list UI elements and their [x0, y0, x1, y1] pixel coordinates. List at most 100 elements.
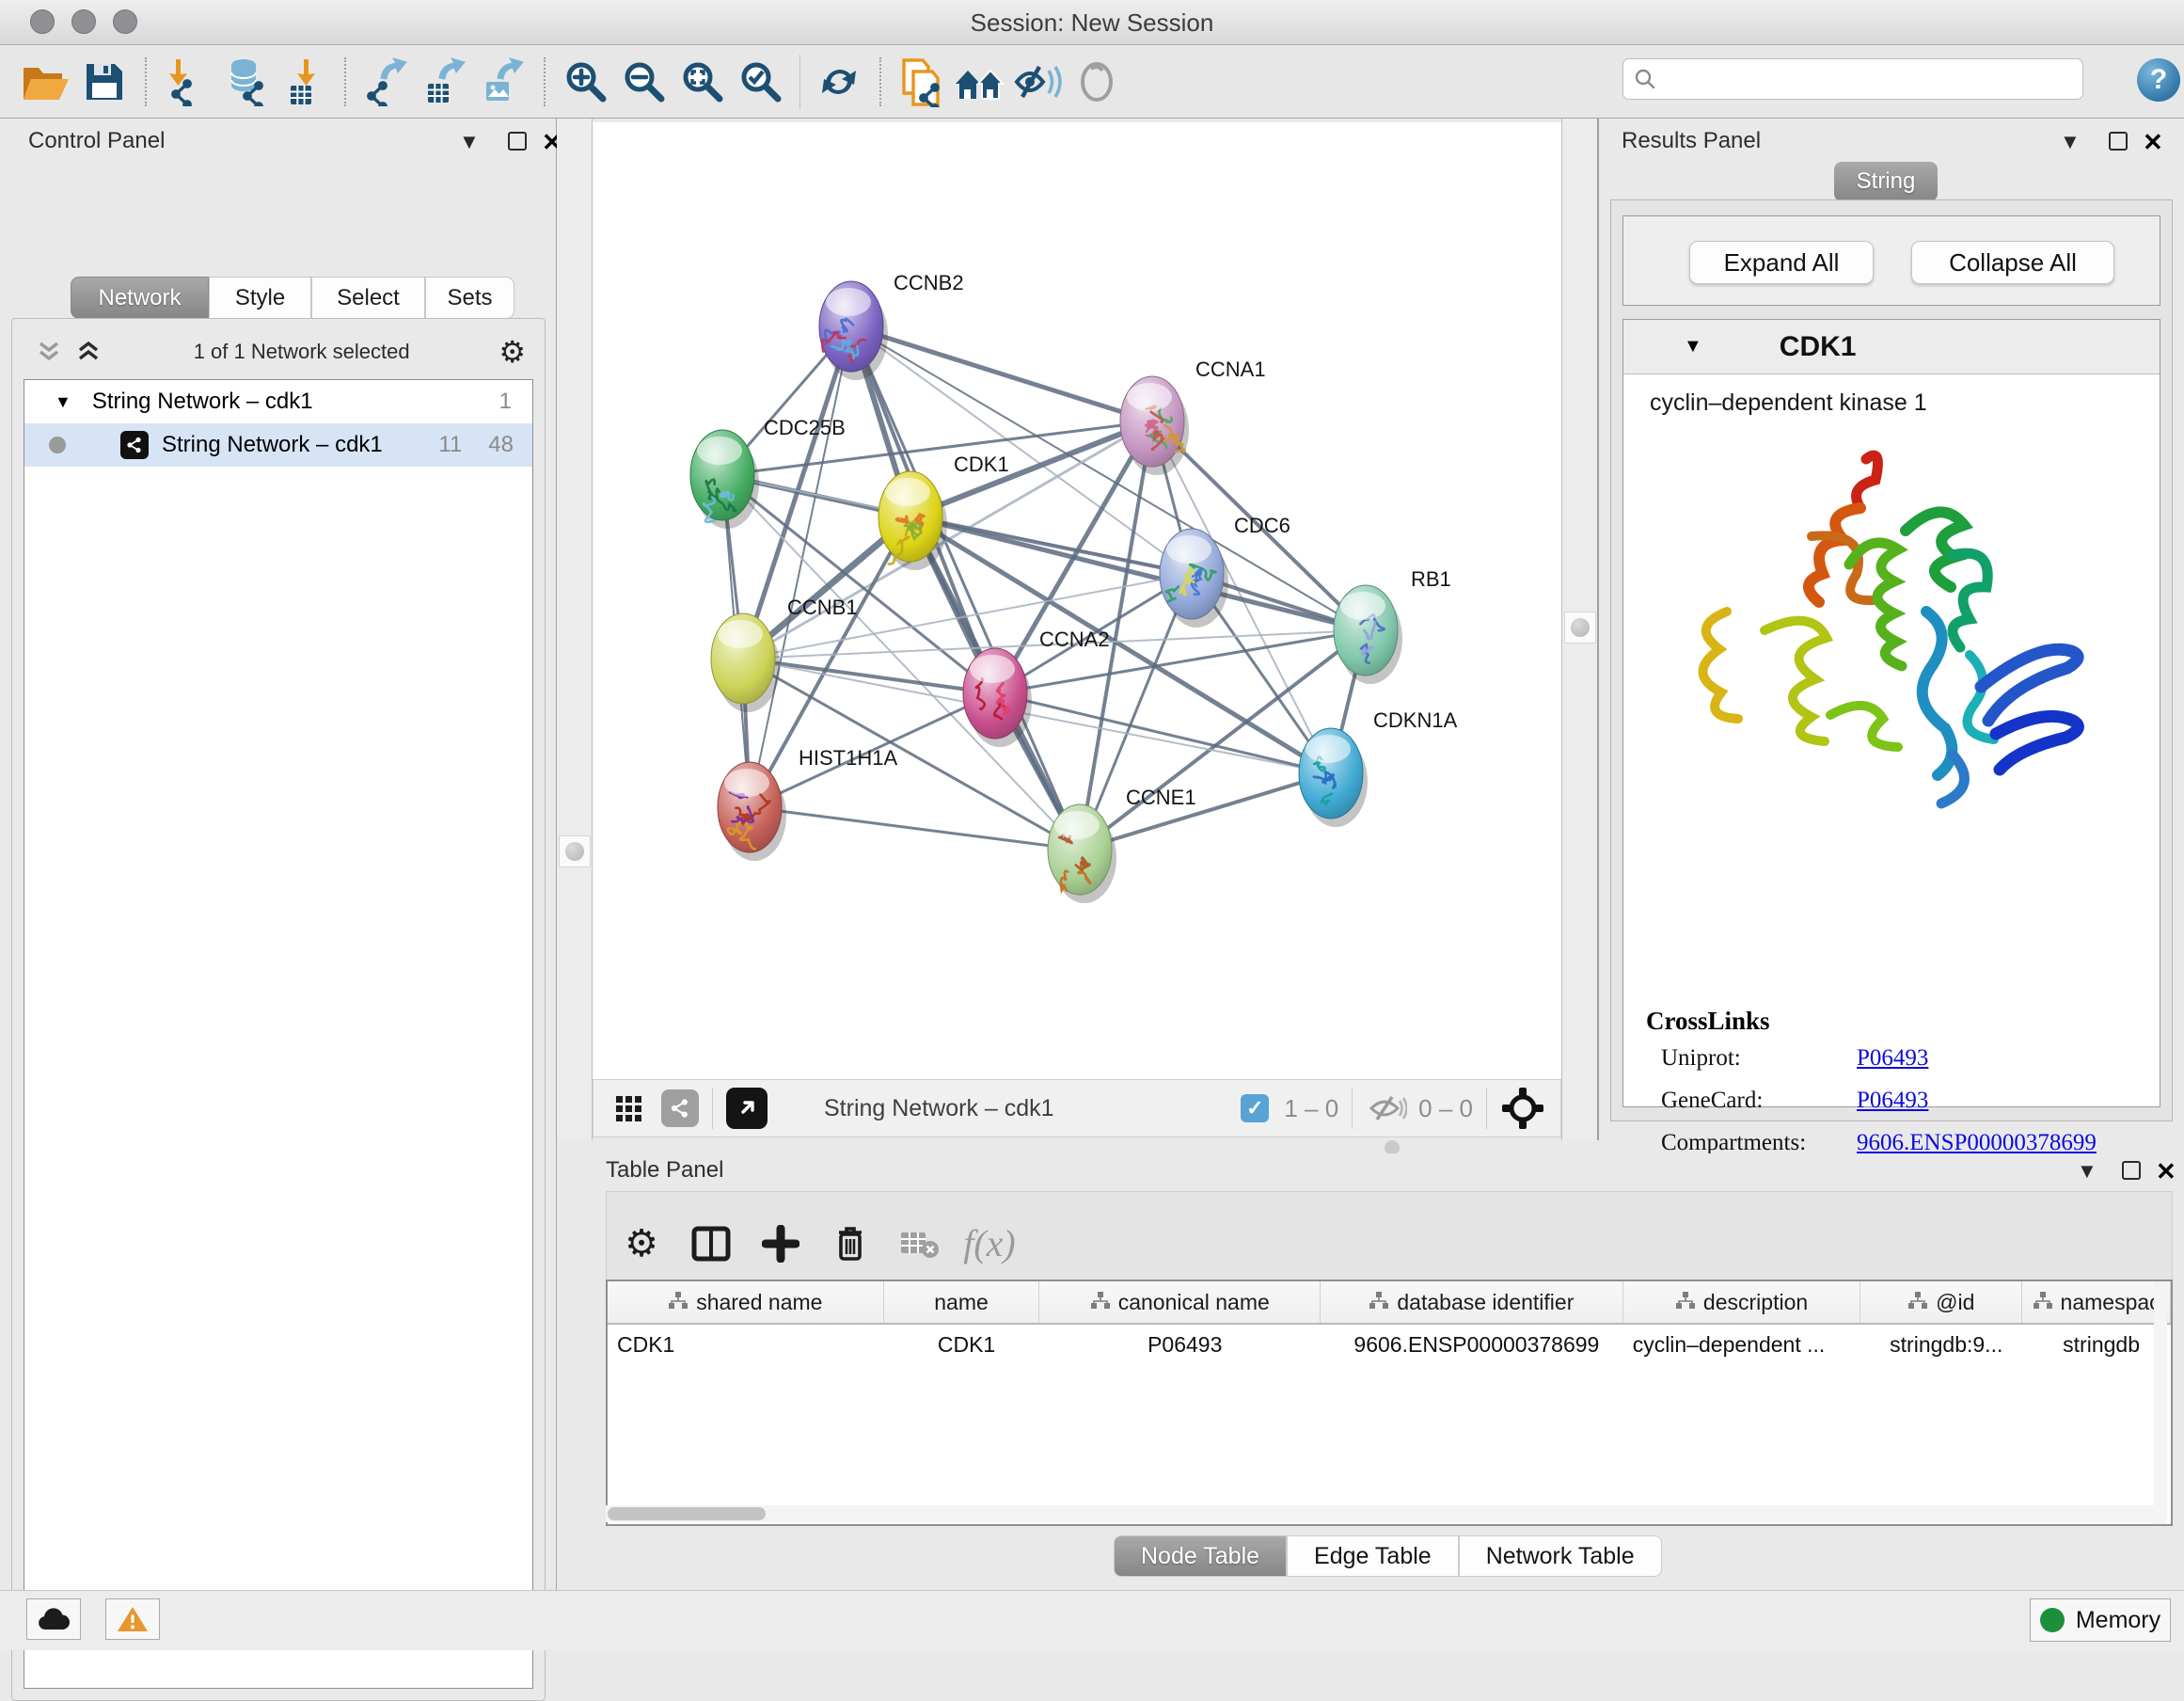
table-panel-menu-icon[interactable]: ▼ [2077, 1159, 2097, 1184]
node-RB1[interactable]: RB1 [1334, 567, 1451, 684]
search-input[interactable] [1657, 67, 2062, 91]
hide-panel-icon[interactable] [1009, 54, 1068, 110]
copy-style-icon[interactable] [893, 54, 951, 110]
zoom-fit-icon[interactable] [673, 54, 732, 110]
crosslink-label: Uniprot: [1661, 1045, 1857, 1088]
collapse-all-button[interactable]: Collapse All [1911, 241, 2114, 284]
node-HIST1H1A[interactable]: HIST1H1A [718, 746, 897, 861]
column-header--id[interactable]: @id [1860, 1281, 2022, 1323]
export-table-icon[interactable] [416, 54, 474, 110]
network-label: String Network – cdk1 [162, 432, 383, 458]
column-header-name[interactable]: name [884, 1281, 1040, 1323]
zoom-out-icon[interactable] [615, 54, 673, 110]
open-in-window-icon[interactable] [726, 1088, 768, 1129]
import-network-database-icon[interactable] [216, 54, 275, 110]
control-panel-menu-icon[interactable]: ▼ [459, 130, 480, 154]
memory-button[interactable]: Memory [2030, 1598, 2171, 1642]
edge-CCNB2-CCNA1[interactable] [851, 326, 1152, 421]
collapse-all-icon[interactable] [33, 338, 65, 366]
table-cell[interactable]: CDK1 [608, 1332, 884, 1358]
table-cell[interactable]: CDK1 [884, 1332, 1040, 1358]
results-panel-menu-icon[interactable]: ▼ [2060, 130, 2081, 154]
tab-sets[interactable]: Sets [425, 277, 514, 319]
network-collection-row[interactable]: ▼ String Network – cdk1 1 [24, 380, 532, 423]
crosslink-link[interactable]: P06493 [1857, 1045, 1928, 1088]
section-title: CDK1 [1780, 331, 1857, 363]
birds-eye-icon[interactable] [1500, 1086, 1545, 1131]
table-cell[interactable]: 9606.ENSP00000378699 [1321, 1332, 1623, 1358]
tab-style[interactable]: Style [209, 277, 311, 319]
network-options-gear-icon[interactable]: ⚙ [499, 334, 526, 370]
expand-all-icon[interactable] [72, 338, 104, 366]
column-type-icon [2033, 1290, 2053, 1315]
section-collapse-icon[interactable]: ▼ [1684, 336, 1702, 358]
results-section-header[interactable]: ▼ CDK1 [1623, 320, 2160, 374]
help-button[interactable]: ? [2137, 58, 2180, 102]
show-panel-icon[interactable] [1068, 54, 1126, 110]
table-cell[interactable]: cyclin–dependent ... [1623, 1332, 1861, 1358]
home-layout-icon[interactable] [951, 54, 1009, 110]
grid-view-icon[interactable] [610, 1089, 648, 1127]
import-network-file-icon[interactable] [158, 54, 216, 110]
table-row[interactable]: CDK1CDK1P064939606.ENSP00000378699cyclin… [608, 1325, 2171, 1364]
export-image-icon[interactable] [474, 54, 532, 110]
node-CDKN1A[interactable]: CDKN1A [1299, 708, 1458, 827]
delete-column-trash-icon[interactable] [815, 1211, 885, 1277]
node-CCNE1[interactable]: CCNE1 [1048, 786, 1196, 903]
zoom-selected-icon[interactable] [732, 54, 790, 110]
node-CCNA1[interactable]: CCNA1 [1120, 358, 1266, 475]
tab-network[interactable]: Network [71, 277, 209, 319]
expand-all-button[interactable]: Expand All [1689, 241, 1874, 284]
crosslink-link[interactable]: P06493 [1857, 1088, 1928, 1130]
table-panel-float-icon[interactable] [2122, 1161, 2141, 1184]
edge-CCNB2-CCNE1[interactable] [851, 326, 1080, 850]
show-columns-icon[interactable] [676, 1211, 746, 1277]
column-header-description[interactable]: description [1623, 1281, 1861, 1323]
right-splitter[interactable] [1561, 119, 1599, 1140]
results-panel-close-icon[interactable]: ✕ [2143, 128, 2163, 157]
create-column-icon[interactable] [746, 1211, 815, 1277]
toolbar-separator [879, 57, 881, 106]
column-header-canonical-name[interactable]: canonical name [1039, 1281, 1321, 1323]
save-session-icon[interactable] [75, 54, 134, 110]
control-panel-float-icon[interactable] [508, 132, 527, 155]
tab-string[interactable]: String [1834, 162, 1938, 201]
table-options-gear-icon[interactable]: ⚙ [607, 1211, 676, 1277]
table-cell[interactable]: stringdb:9... [1860, 1332, 2022, 1358]
refresh-icon[interactable] [810, 54, 868, 110]
cloud-button[interactable] [26, 1598, 81, 1640]
left-splitter-grip[interactable] [559, 835, 591, 867]
edge-HIST1H1A-CCNE1[interactable] [750, 807, 1080, 850]
table-vertical-scrollbar[interactable] [2154, 1281, 2167, 1524]
node-CCNB2[interactable]: CCNB2 [819, 271, 964, 380]
node-label-CDKN1A: CDKN1A [1373, 708, 1458, 732]
column-header-shared-name[interactable]: shared name [608, 1281, 884, 1323]
protein-structure-image [1670, 433, 2113, 819]
column-header-database-identifier[interactable]: database identifier [1321, 1281, 1623, 1323]
table-cell[interactable]: stringdb [2022, 1332, 2171, 1358]
open-session-icon[interactable] [17, 54, 75, 110]
export-network-icon[interactable] [357, 54, 416, 110]
table-cell[interactable]: P06493 [1039, 1332, 1321, 1358]
tab-network-table[interactable]: Network Table [1459, 1535, 1662, 1577]
selected-checkbox[interactable]: ✓ [1241, 1094, 1269, 1122]
network-row[interactable]: String Network – cdk1 11 48 [24, 423, 532, 467]
tab-select[interactable]: Select [311, 277, 425, 319]
string-view-icon[interactable] [661, 1089, 699, 1127]
tab-edge-table[interactable]: Edge Table [1287, 1535, 1459, 1577]
results-panel-float-icon[interactable] [2109, 132, 2128, 155]
column-header-namespac[interactable]: namespac [2022, 1281, 2171, 1323]
left-splitter[interactable] [557, 119, 593, 1140]
collection-expand-icon[interactable]: ▼ [55, 392, 71, 412]
zoom-in-icon[interactable] [557, 54, 615, 110]
network-manager-header: 1 of 1 Network selected ⚙ [12, 330, 545, 374]
warning-button[interactable] [105, 1598, 160, 1640]
import-table-file-icon[interactable] [275, 54, 333, 110]
network-canvas[interactable]: CCNB2CCNA1CDC25BCDK1CDC6RB1CCNB1CCNA2CDK… [593, 122, 1561, 1079]
right-splitter-grip[interactable] [1564, 612, 1596, 644]
tab-node-table[interactable]: Node Table [1114, 1535, 1287, 1577]
edge-CDKN1A-CCNE1[interactable] [1080, 773, 1331, 850]
table-horizontal-scrollbar[interactable] [606, 1505, 2158, 1522]
edge-CCNA2-CDKN1A[interactable] [995, 693, 1331, 773]
table-panel-close-icon[interactable]: ✕ [2156, 1157, 2176, 1186]
